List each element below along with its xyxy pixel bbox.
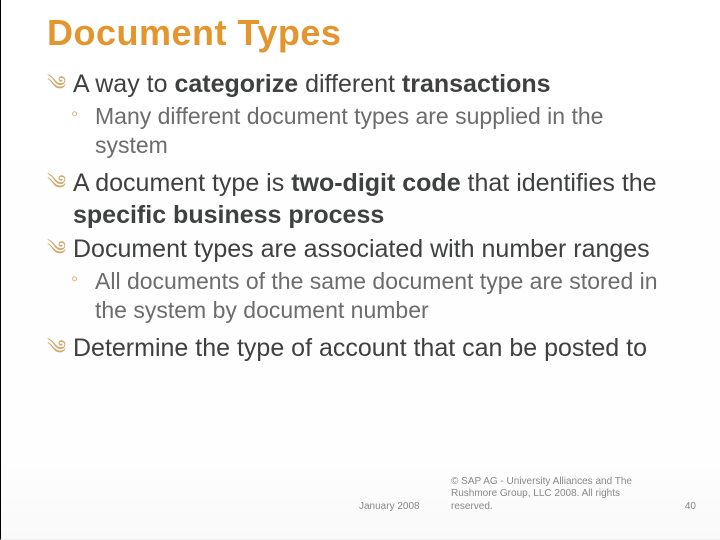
text: Document types are associated with numbe… [73, 235, 650, 263]
bold-text: categorize [174, 70, 298, 98]
swirl-icon: ༄ [47, 171, 66, 197]
bullet-3: ༄ Document types are associated with num… [47, 233, 682, 265]
ring-icon: ◦ [71, 267, 78, 293]
ring-icon: ◦ [71, 102, 78, 128]
footer-date: January 2008 [359, 501, 420, 514]
bold-text: transactions [402, 70, 551, 98]
text: Many different document types are suppli… [95, 103, 603, 158]
text: A document type is [73, 169, 291, 197]
swirl-icon: ༄ [47, 72, 66, 98]
slide: Document Types ༄ A way to categorize dif… [0, 0, 720, 540]
bullet-2: ༄ A document type is two-digit code that… [47, 167, 682, 231]
text: A way to [73, 70, 174, 98]
bullet-1: ༄ A way to categorize different transact… [47, 68, 682, 100]
sub-bullet-2: ◦ All documents of the same document typ… [55, 267, 682, 326]
slide-title: Document Types [47, 12, 682, 54]
text: different [298, 70, 402, 98]
bold-text: specific business process [73, 201, 384, 229]
swirl-icon: ༄ [47, 237, 66, 263]
text: Determine the type of account that can b… [73, 334, 647, 362]
text: All documents of the same document type … [95, 268, 658, 323]
page-number: 40 [685, 501, 696, 514]
text: that identifies the [461, 169, 657, 197]
bold-text: two-digit code [291, 169, 460, 197]
slide-content: ༄ A way to categorize different transact… [47, 68, 682, 364]
swirl-icon: ༄ [47, 336, 66, 362]
bullet-4: ༄ Determine the type of account that can… [47, 332, 682, 364]
sub-bullet-1: ◦ Many different document types are supp… [55, 102, 682, 161]
footer-copyright: © SAP AG - University Alliances and The … [451, 476, 651, 514]
